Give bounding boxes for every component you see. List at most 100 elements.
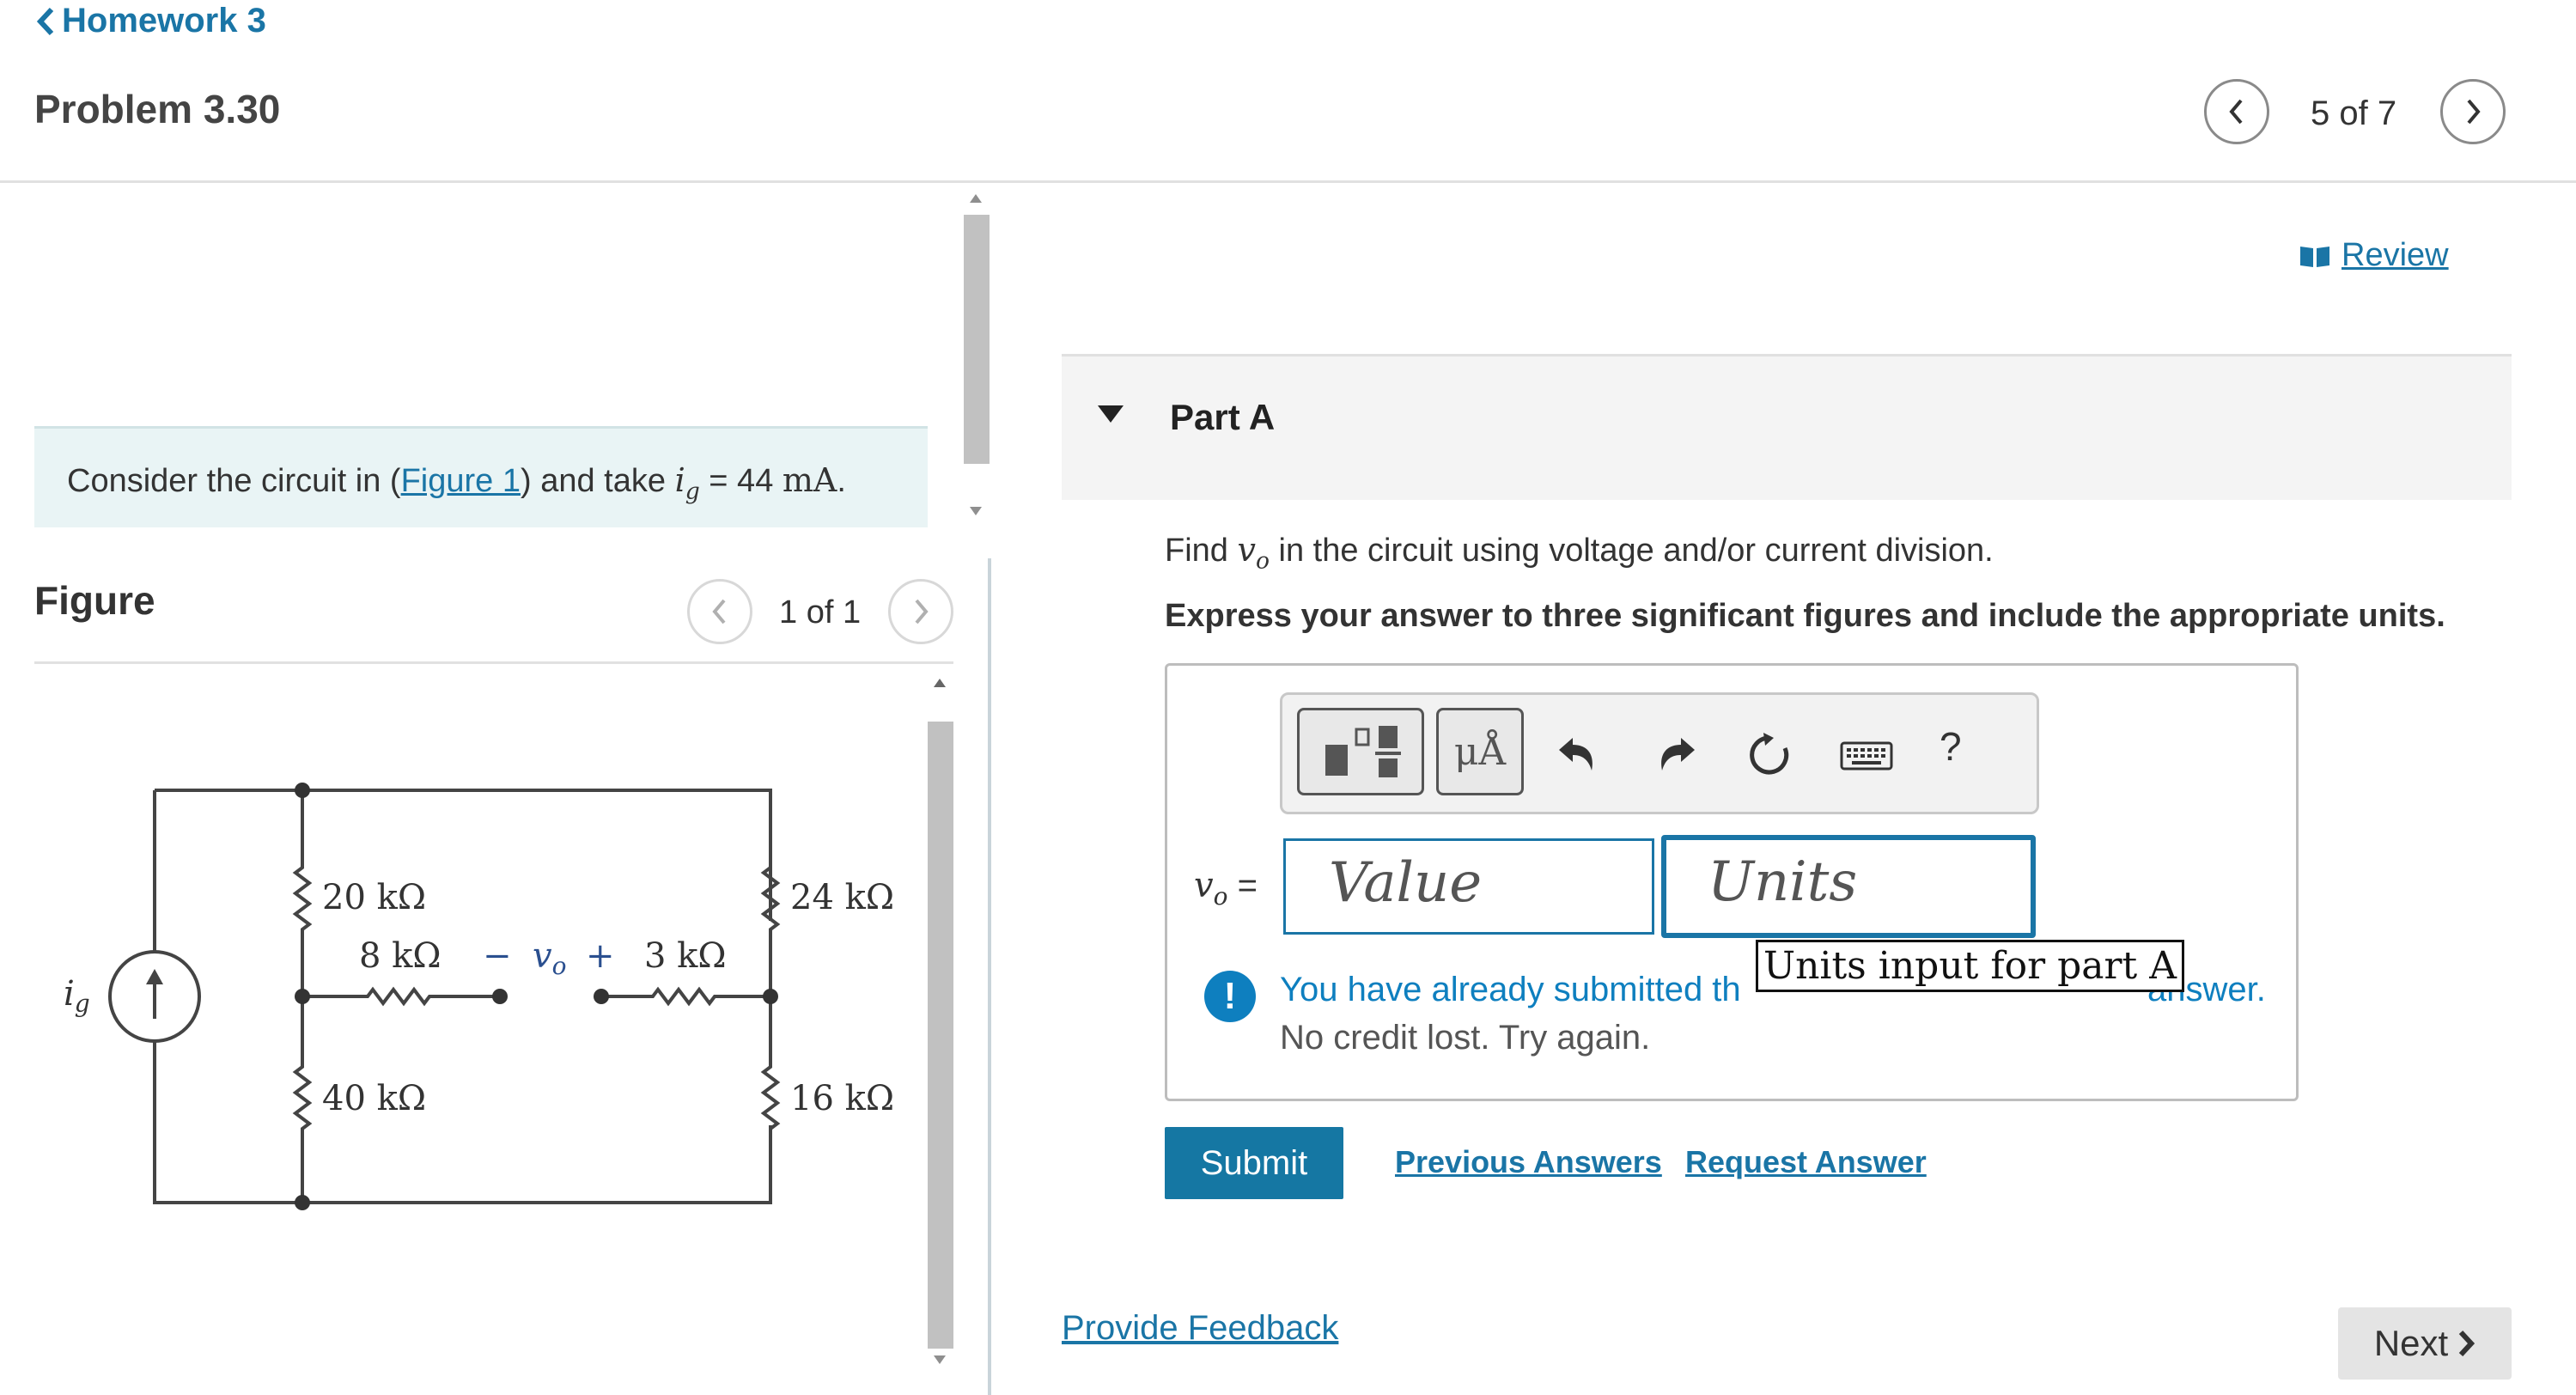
scroll-up-arrow-icon[interactable]	[934, 679, 946, 687]
instruction-var: v	[1237, 531, 1256, 569]
ig-label: ig	[64, 974, 90, 1018]
next-label: Next	[2373, 1323, 2449, 1363]
keyboard-icon	[1840, 741, 1893, 771]
collapse-caret-icon[interactable]	[1098, 405, 1124, 423]
figure-1-link[interactable]: Figure 1	[401, 463, 521, 499]
reset-icon	[1750, 733, 1789, 775]
label-16k: 16 kΩ	[790, 1079, 894, 1118]
circuit-diagram: 20 kΩ 24 kΩ 8 kΩ 3 kΩ 40 kΩ 16 kΩ − vo +…	[64, 783, 894, 1210]
redo-icon	[1661, 738, 1695, 771]
ig-sub: g	[75, 990, 90, 1018]
instruction-prefix: Find	[1165, 533, 1238, 569]
previous-figure-button[interactable]	[687, 579, 752, 644]
next-button[interactable]: Next	[2338, 1307, 2512, 1380]
current-unit: mA	[782, 461, 837, 499]
figure-heading: Figure	[34, 578, 155, 623]
feedback-detail: No credit lost. Try again.	[1280, 1019, 1651, 1057]
vo-sub: o	[552, 952, 567, 980]
info-exclamation-icon: !	[1204, 971, 1256, 1022]
book-icon	[2300, 246, 2329, 267]
chevron-left-icon	[712, 599, 726, 624]
statement-mid: ) and take	[521, 463, 675, 499]
chevron-right-icon	[2467, 99, 2481, 125]
scroll-down-arrow-icon[interactable]	[934, 1355, 946, 1364]
chevron-left-icon	[36, 7, 54, 35]
resistor-8k	[302, 986, 500, 1007]
reset-button[interactable]	[1744, 728, 1795, 780]
statement-equals: = 44	[699, 463, 783, 499]
part-a-header[interactable]	[1062, 354, 2512, 500]
undo-icon	[1559, 738, 1592, 771]
scroll-down-arrow-icon[interactable]	[970, 507, 982, 515]
ig-var-subscript: g	[685, 478, 700, 505]
label-20k: 20 kΩ	[322, 878, 426, 917]
submit-button[interactable]: Submit	[1165, 1127, 1343, 1199]
instruction-variable: vo	[1237, 531, 1269, 575]
resistor-20k	[292, 790, 313, 996]
terminal-dot	[594, 989, 609, 1004]
units-tooltip: Units input for part A	[1756, 940, 2184, 992]
request-answer-link[interactable]: Request Answer	[1685, 1144, 1927, 1180]
instruction-text: Find vo in the circuit using voltage and…	[1165, 531, 1994, 575]
ig-variable: ig	[675, 461, 700, 505]
value-input[interactable]: Value	[1283, 838, 1654, 935]
problem-statement: Consider the circuit in (Figure 1) and t…	[34, 426, 928, 527]
header-divider	[0, 180, 2576, 183]
resistor-3k	[601, 986, 770, 1007]
previous-answers-link[interactable]: Previous Answers	[1395, 1144, 1662, 1180]
label-24k: 24 kΩ	[790, 878, 894, 917]
label-40k: 40 kΩ	[322, 1079, 426, 1118]
figure-pager: 1 of 1	[779, 594, 862, 630]
next-problem-button[interactable]	[2440, 79, 2506, 144]
instruction-suffix: in the circuit using voltage and/or curr…	[1269, 533, 1994, 569]
node-dot	[763, 989, 778, 1004]
next-figure-button[interactable]	[888, 579, 953, 644]
scroll-up-arrow-icon[interactable]	[970, 194, 982, 203]
figure-divider	[34, 661, 953, 664]
node-dot	[295, 1195, 310, 1210]
feedback-start: You have already submitted th	[1280, 971, 1741, 1008]
problem-title: Problem 3.30	[34, 87, 281, 131]
resistor-40k	[292, 996, 313, 1203]
vo-label: vo	[533, 936, 566, 980]
vo-var: v	[533, 936, 552, 976]
panel-divider	[988, 558, 991, 1395]
keyboard-button[interactable]	[1836, 730, 1897, 782]
part-title: Part A	[1170, 397, 1276, 437]
templates-button[interactable]	[1297, 708, 1424, 795]
figure-scroll-thumb[interactable]	[928, 722, 953, 1349]
label-8k: 8 kΩ	[359, 936, 442, 976]
statement-end: .	[837, 463, 846, 499]
chevron-left-icon	[2229, 99, 2243, 125]
redo-button[interactable]	[1651, 728, 1702, 780]
chevron-right-icon	[915, 599, 929, 624]
help-button[interactable]: ?	[1940, 723, 1962, 770]
vo-minus-label: −	[483, 936, 512, 976]
units-symbol: μÅ	[1453, 729, 1507, 774]
provide-feedback-link[interactable]: Provide Feedback	[1062, 1309, 1338, 1348]
answer-var-letter: v	[1194, 866, 1214, 905]
previous-problem-button[interactable]	[2204, 79, 2269, 144]
instruction-sub: o	[1255, 547, 1270, 575]
terminal-dot	[492, 989, 508, 1004]
back-to-homework-link[interactable]: Homework 3	[34, 2, 266, 40]
units-button[interactable]: μÅ	[1436, 708, 1524, 795]
review-label: Review	[2342, 237, 2449, 273]
answer-var: vo	[1194, 866, 1227, 911]
statement-prefix: Consider the circuit in (	[67, 463, 401, 499]
top-wire	[155, 789, 772, 921]
units-input[interactable]: Units	[1661, 835, 2036, 938]
vo-plus-label: +	[586, 936, 615, 976]
undo-button[interactable]	[1551, 728, 1603, 780]
review-link[interactable]: Review	[2299, 237, 2449, 274]
problem-pager: 5 of 7	[2311, 94, 2397, 132]
answer-equals: =	[1227, 867, 1258, 905]
back-link-label: Homework 3	[62, 2, 266, 40]
answer-var-sub: o	[1213, 882, 1228, 911]
ig-var: i	[64, 974, 75, 1014]
templates-icon	[1325, 726, 1401, 777]
feedback-message: You have already submitted th answer.	[1280, 971, 2266, 1009]
statement-scroll-thumb[interactable]	[964, 215, 990, 464]
label-3k: 3 kΩ	[644, 936, 727, 976]
instruction-requirement: Express your answer to three significant…	[1165, 598, 2445, 634]
